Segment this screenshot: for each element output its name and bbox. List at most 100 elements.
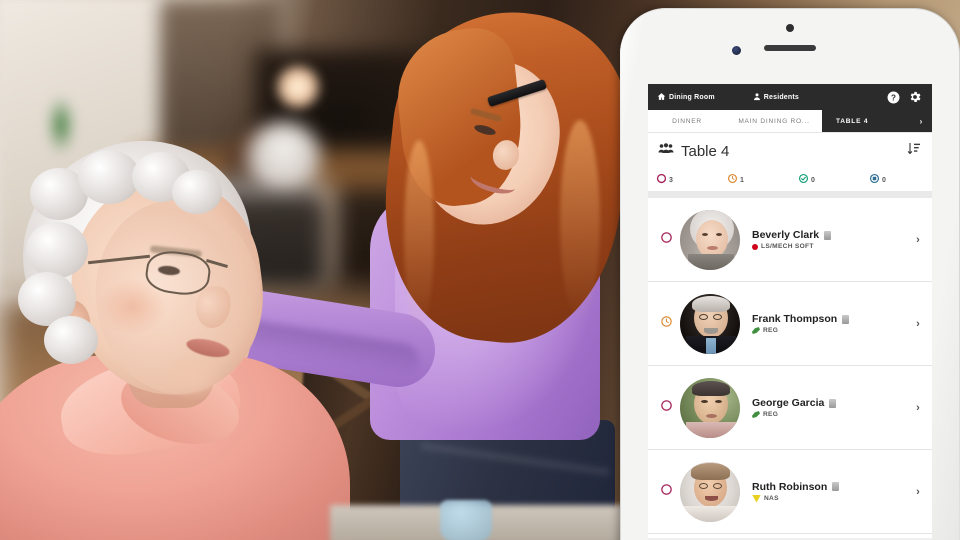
chevron-right-icon: › bbox=[919, 116, 923, 126]
table-row[interactable]: Frank Thompson REG › bbox=[648, 282, 932, 366]
id-badge-icon bbox=[829, 398, 837, 408]
yellow-triangle-icon bbox=[752, 494, 761, 503]
avatar-eye-right bbox=[715, 399, 722, 403]
nav-residents[interactable]: Residents bbox=[753, 92, 799, 103]
svg-text:?: ? bbox=[891, 93, 896, 102]
nav-residents-label: Residents bbox=[763, 93, 800, 101]
resident-name: Ruth Robinson bbox=[752, 480, 828, 493]
counter-in-progress-count: 1 bbox=[740, 176, 744, 184]
resident-name: George Garcia bbox=[752, 397, 825, 409]
nav-dining-room[interactable]: Dining Room bbox=[657, 92, 715, 103]
row-status-icon[interactable] bbox=[654, 399, 678, 417]
avatar-hair bbox=[692, 380, 730, 396]
green-leaf-icon bbox=[752, 411, 760, 418]
phone-camera bbox=[786, 24, 794, 32]
counter-served[interactable]: 0 bbox=[861, 171, 932, 189]
resident-hair-curl-2 bbox=[78, 150, 140, 204]
phone-sensor bbox=[732, 46, 741, 55]
resident-hair-curl-7 bbox=[172, 170, 222, 214]
green-plant-blur bbox=[47, 95, 75, 155]
avatar[interactable] bbox=[680, 377, 740, 438]
avatar-eye-left bbox=[702, 232, 708, 236]
avatar-clothing bbox=[688, 253, 734, 270]
avatar-face bbox=[696, 219, 728, 258]
counter-complete-count: 0 bbox=[811, 176, 815, 184]
avatar-smile bbox=[705, 495, 718, 501]
counter-in-progress[interactable]: 1 bbox=[719, 171, 790, 189]
avatar-blouse bbox=[684, 505, 738, 522]
lamp-glow bbox=[273, 62, 323, 112]
circle-open-icon bbox=[660, 231, 673, 249]
row-name-line: George Garcia bbox=[752, 397, 908, 409]
gear-icon[interactable] bbox=[904, 86, 926, 108]
resident-chin bbox=[160, 352, 224, 400]
row-diet-line: REG bbox=[752, 327, 908, 334]
resident-hair-curl-6 bbox=[44, 316, 98, 364]
page-title-row: Table 4 bbox=[648, 133, 932, 169]
people-group-icon bbox=[658, 142, 674, 160]
user-icon bbox=[753, 92, 761, 103]
caregiver-hair-strand-1 bbox=[404, 140, 434, 330]
chevron-right-icon[interactable]: › bbox=[908, 402, 928, 414]
avatar[interactable] bbox=[680, 293, 740, 354]
nav-dining-room-label: Dining Room bbox=[669, 93, 715, 101]
table-row[interactable]: George Garcia REG › bbox=[648, 366, 932, 450]
red-dot-icon bbox=[752, 243, 758, 250]
table-row[interactable]: Ruth Robinson NAS › bbox=[648, 450, 932, 534]
row-info: Frank Thompson REG bbox=[740, 313, 908, 334]
foreground-table bbox=[330, 505, 660, 540]
caregiver-hair-strand-2 bbox=[560, 120, 600, 320]
resident-name: Frank Thompson bbox=[752, 313, 838, 325]
avatar[interactable] bbox=[680, 209, 740, 270]
row-info: George Garcia REG bbox=[740, 397, 908, 418]
resident-diet: REG bbox=[763, 411, 779, 418]
avatar-eye-left bbox=[701, 399, 708, 403]
row-info: Ruth Robinson NAS bbox=[740, 481, 908, 503]
resident-diet: LS/MECH SOFT bbox=[761, 243, 814, 250]
avatar-hair bbox=[692, 295, 730, 312]
chevron-right-icon[interactable]: › bbox=[908, 318, 928, 330]
drinking-glass bbox=[440, 500, 492, 540]
row-name-line: Frank Thompson bbox=[752, 313, 908, 325]
home-icon bbox=[657, 92, 666, 103]
breadcrumb-dinner-label: DINNER bbox=[672, 117, 702, 125]
table-row[interactable]: Beverly Clark LS/MECH SOFT › bbox=[648, 198, 932, 282]
row-name-line: Beverly Clark bbox=[752, 229, 908, 241]
avatar-mouth bbox=[706, 413, 717, 418]
id-badge-icon bbox=[842, 314, 850, 324]
resident-hair-curl-4 bbox=[26, 222, 88, 278]
breadcrumb: DINNER MAIN DINING RO... TABLE 4 › bbox=[648, 110, 932, 133]
breadcrumb-main-dining-room[interactable]: MAIN DINING RO... bbox=[726, 110, 822, 132]
avatar-glasses-right bbox=[713, 482, 722, 489]
avatar[interactable] bbox=[680, 461, 740, 522]
avatar-tie bbox=[706, 337, 716, 354]
row-status-icon[interactable] bbox=[654, 483, 678, 501]
resident-name: Beverly Clark bbox=[752, 229, 820, 241]
avatar-glasses-right bbox=[713, 313, 722, 320]
row-diet-line: LS/MECH SOFT bbox=[752, 243, 908, 250]
counter-pending[interactable]: 3 bbox=[648, 171, 719, 189]
row-status-icon[interactable] bbox=[654, 231, 678, 249]
page-title-text: Table 4 bbox=[681, 142, 730, 160]
phone-speaker bbox=[764, 45, 816, 51]
chevron-right-icon[interactable]: › bbox=[908, 234, 928, 246]
sort-descending-icon[interactable] bbox=[906, 141, 922, 162]
breadcrumb-dinner[interactable]: DINNER bbox=[648, 110, 726, 132]
green-leaf-icon bbox=[752, 327, 760, 334]
row-name-line: Ruth Robinson bbox=[752, 481, 908, 493]
circle-open-icon bbox=[660, 399, 673, 417]
clock-icon bbox=[660, 315, 673, 333]
row-status-icon[interactable] bbox=[654, 315, 678, 333]
breadcrumb-main-dining-room-label: MAIN DINING RO... bbox=[738, 117, 810, 125]
status-counters: 3 1 0 0 bbox=[648, 169, 932, 192]
counter-complete[interactable]: 0 bbox=[790, 171, 861, 189]
page-title: Table 4 bbox=[658, 142, 729, 160]
avatar-hair bbox=[691, 462, 730, 480]
resident-diet: NAS bbox=[764, 495, 779, 502]
chevron-right-icon[interactable]: › bbox=[908, 486, 928, 498]
breadcrumb-table-4-label: TABLE 4 bbox=[836, 117, 869, 125]
help-circle-icon[interactable]: ? bbox=[882, 86, 904, 108]
phone-mockup: Dining Room Residents ? DINNER MAIN DINI… bbox=[620, 8, 960, 540]
breadcrumb-table-4[interactable]: TABLE 4 › bbox=[822, 110, 932, 132]
avatar-mouth bbox=[707, 245, 718, 250]
